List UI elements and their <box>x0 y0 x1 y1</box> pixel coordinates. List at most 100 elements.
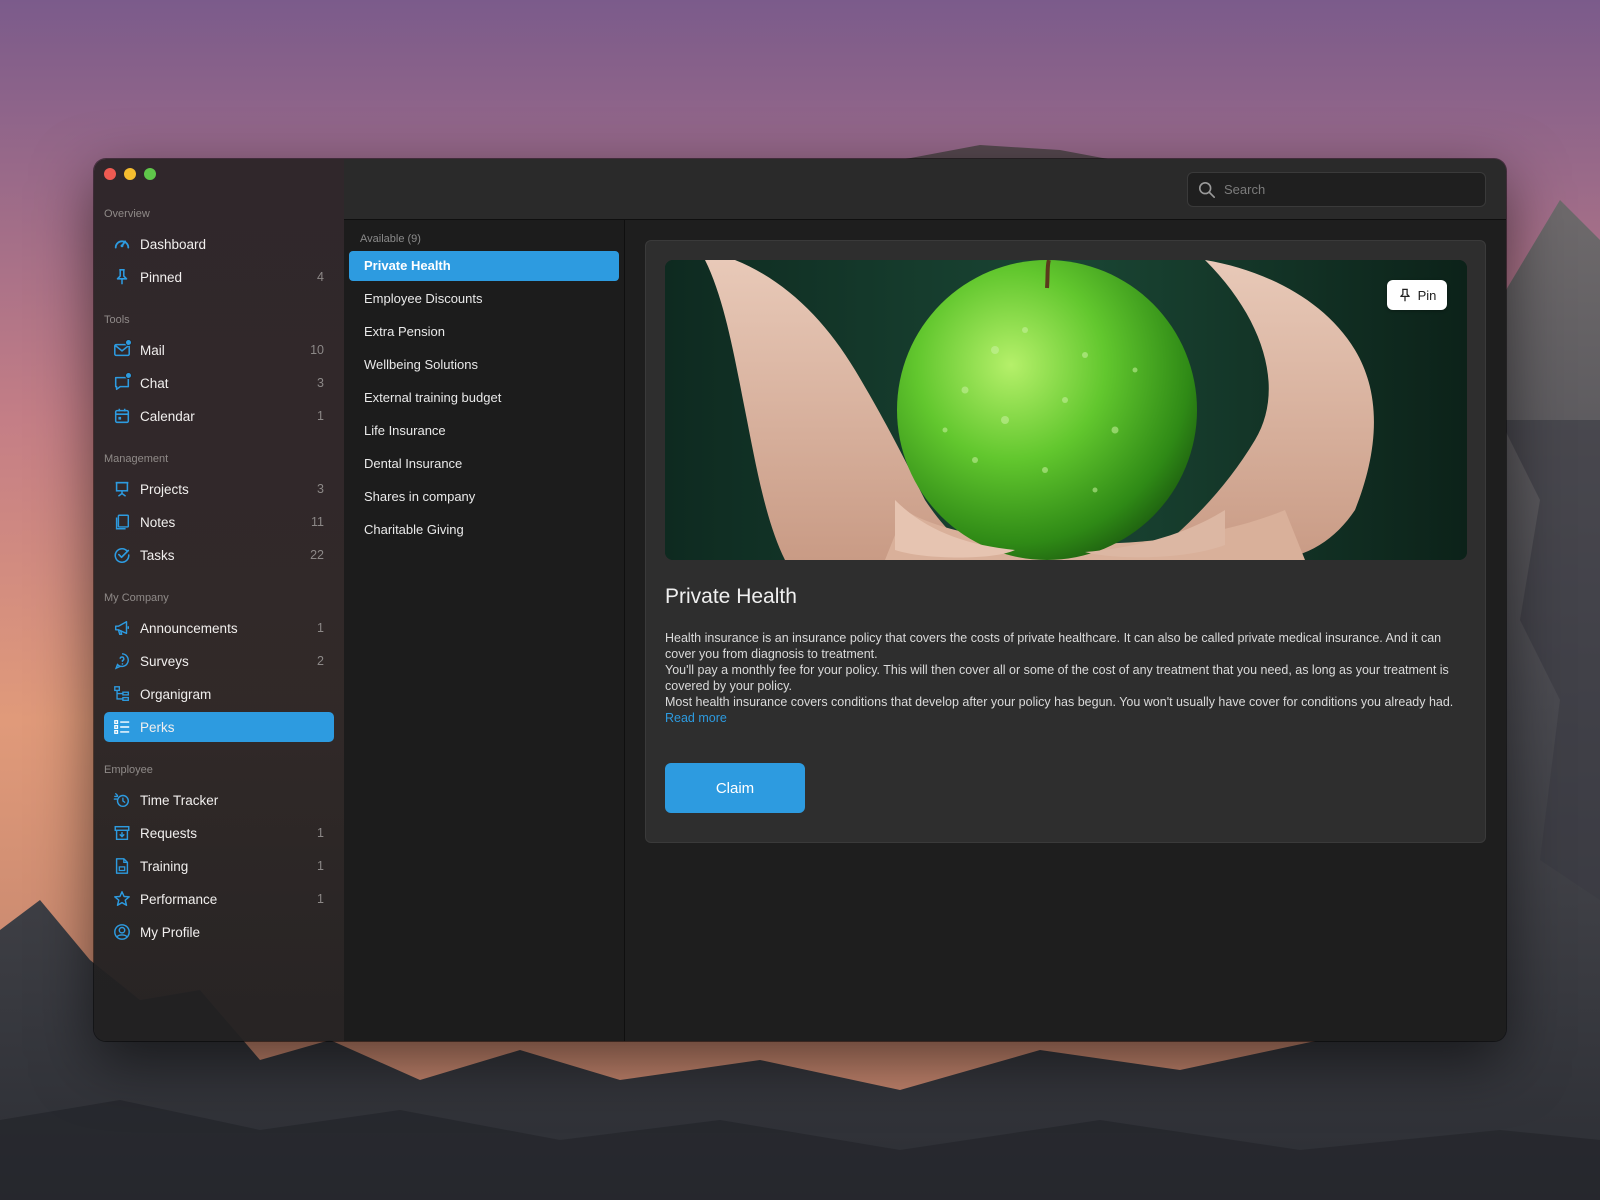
star-icon <box>112 889 132 909</box>
sidebar-section-overview: Overview Dashboard Pinned 4 <box>104 206 334 292</box>
mail-icon <box>112 339 132 360</box>
training-icon <box>112 856 132 876</box>
sidebar-item-mail[interactable]: Mail 10 <box>104 335 334 365</box>
sidebar-item-requests[interactable]: Requests 1 <box>104 818 334 848</box>
perks-icon <box>112 717 132 737</box>
requests-icon <box>112 823 132 843</box>
survey-icon <box>112 651 132 671</box>
sidebar-item-calendar[interactable]: Calendar 1 <box>104 401 334 431</box>
pin-icon <box>1399 288 1410 302</box>
sidebar-item-perks[interactable]: Perks <box>104 712 334 742</box>
perk-list-item[interactable]: Private Health <box>349 251 619 281</box>
sidebar-item-training[interactable]: Training 1 <box>104 851 334 881</box>
sidebar-item-count: 1 <box>317 621 324 635</box>
sidebar-item-label: Pinned <box>140 269 183 285</box>
sidebar-section-tools: Tools Mail 10 Chat 3 Calendar 1 <box>104 312 334 431</box>
perk-list-item[interactable]: Charitable Giving <box>349 515 619 545</box>
pin-icon <box>112 267 132 287</box>
app-window: Overview Dashboard Pinned 4 Tools Mail 1… <box>94 159 1506 1041</box>
unread-dot <box>125 372 132 379</box>
close-window-button[interactable] <box>104 168 116 180</box>
chat-icon <box>112 372 132 393</box>
sidebar-item-time-tracker[interactable]: Time Tracker <box>104 785 334 815</box>
perk-list-item[interactable]: Wellbeing Solutions <box>349 350 619 380</box>
sidebar-item-dashboard[interactable]: Dashboard <box>104 229 334 259</box>
maximize-window-button[interactable] <box>144 168 156 180</box>
sidebar-section-employee: Employee Time Tracker Requests 1 Trainin… <box>104 762 334 947</box>
sidebar-heading: Overview <box>104 208 150 220</box>
pin-button-label: Pin <box>1417 287 1437 303</box>
sidebar-item-count: 4 <box>317 270 324 284</box>
sidebar-item-tasks[interactable]: Tasks 22 <box>104 540 334 570</box>
sidebar-item-count: 1 <box>317 826 324 840</box>
main-area: Available (9) Private Health Employee Di… <box>344 159 1506 1041</box>
perks-list-heading: Available (9) <box>360 233 421 245</box>
sidebar-item-count: 1 <box>317 409 324 423</box>
sidebar-item-label: My Profile <box>140 924 201 940</box>
claim-button[interactable]: Claim <box>665 763 805 813</box>
perk-list-item[interactable]: Life Insurance <box>349 416 619 446</box>
search-icon <box>1198 181 1216 198</box>
perk-description-paragraph: Most health insurance covers conditions … <box>665 695 1454 709</box>
sidebar-item-surveys[interactable]: Surveys 2 <box>104 646 334 676</box>
sidebar-heading: Management <box>104 453 169 465</box>
apple-in-hands-image <box>665 260 1467 560</box>
perk-detail-card: Pin Private Health Health insurance is a… <box>645 240 1486 843</box>
sidebar-item-pinned[interactable]: Pinned 4 <box>104 262 334 292</box>
calendar-icon <box>112 406 132 426</box>
sidebar-item-performance[interactable]: Performance 1 <box>104 884 334 914</box>
perk-list-item[interactable]: Shares in company <box>349 482 619 512</box>
sidebar-item-chat[interactable]: Chat 3 <box>104 368 334 398</box>
sidebar-item-label: Organigram <box>140 686 212 702</box>
perk-list-item[interactable]: Extra Pension <box>349 317 619 347</box>
sidebar-item-my-profile[interactable]: My Profile <box>104 917 334 947</box>
perk-list-item[interactable]: Dental Insurance <box>349 449 619 479</box>
sidebar-item-label: Performance <box>140 891 218 907</box>
organigram-icon <box>112 684 132 704</box>
perks-list: Available (9) Private Health Employee Di… <box>344 220 625 1041</box>
profile-icon <box>112 922 132 942</box>
search-input[interactable] <box>1224 182 1485 197</box>
sidebar-item-label: Calendar <box>140 408 195 424</box>
perk-list-item[interactable]: Employee Discounts <box>349 284 619 314</box>
sidebar-item-label: Perks <box>140 719 175 735</box>
projects-icon <box>112 479 132 499</box>
sidebar-item-count: 10 <box>310 343 324 357</box>
sidebar-item-organigram[interactable]: Organigram <box>104 679 334 709</box>
sidebar-section-management: Management Projects 3 Notes 11 Tasks 22 <box>104 451 334 570</box>
read-more-link[interactable]: Read more <box>665 710 727 726</box>
sidebar-item-label: Requests <box>140 825 198 841</box>
sidebar-item-label: Projects <box>140 481 189 497</box>
sidebar-heading: My Company <box>104 592 169 604</box>
sidebar-item-count: 2 <box>317 654 324 668</box>
sidebar-item-count: 3 <box>317 376 324 390</box>
perk-description-paragraph: You'll pay a monthly fee for your policy… <box>665 663 1449 693</box>
sidebar-item-label: Announcements <box>140 620 238 636</box>
pin-button[interactable]: Pin <box>1387 280 1447 310</box>
perk-description-paragraph: Health insurance is an insurance policy … <box>665 631 1442 661</box>
unread-dot <box>125 339 132 346</box>
sidebar-item-label: Notes <box>140 514 176 530</box>
perk-list-item[interactable]: External training budget <box>349 383 619 413</box>
sidebar-item-projects[interactable]: Projects 3 <box>104 474 334 504</box>
perk-hero-image: Pin <box>665 260 1467 560</box>
content-area: Available (9) Private Health Employee Di… <box>344 220 1506 1041</box>
sidebar-item-label: Chat <box>140 375 169 391</box>
sidebar-section-my-company: My Company Announcements 1 Surveys 2 Org… <box>104 590 334 742</box>
sidebar-item-count: 11 <box>311 515 324 529</box>
megaphone-icon <box>112 618 132 638</box>
sidebar-heading: Tools <box>104 314 130 326</box>
sidebar-item-count: 1 <box>317 892 324 906</box>
perk-detail-pane: Pin Private Health Health insurance is a… <box>625 220 1506 1041</box>
sidebar-item-count: 1 <box>317 859 324 873</box>
sidebar-item-label: Mail <box>140 342 165 358</box>
sidebar: Overview Dashboard Pinned 4 Tools Mail 1… <box>94 159 344 1041</box>
minimize-window-button[interactable] <box>124 168 136 180</box>
sidebar-item-notes[interactable]: Notes 11 <box>104 507 334 537</box>
tasks-icon <box>112 545 132 565</box>
sidebar-heading: Employee <box>104 764 153 776</box>
sidebar-item-announcements[interactable]: Announcements 1 <box>104 613 334 643</box>
search-box[interactable] <box>1187 172 1486 207</box>
perk-description: Health insurance is an insurance policy … <box>665 630 1465 726</box>
window-controls <box>104 168 156 180</box>
